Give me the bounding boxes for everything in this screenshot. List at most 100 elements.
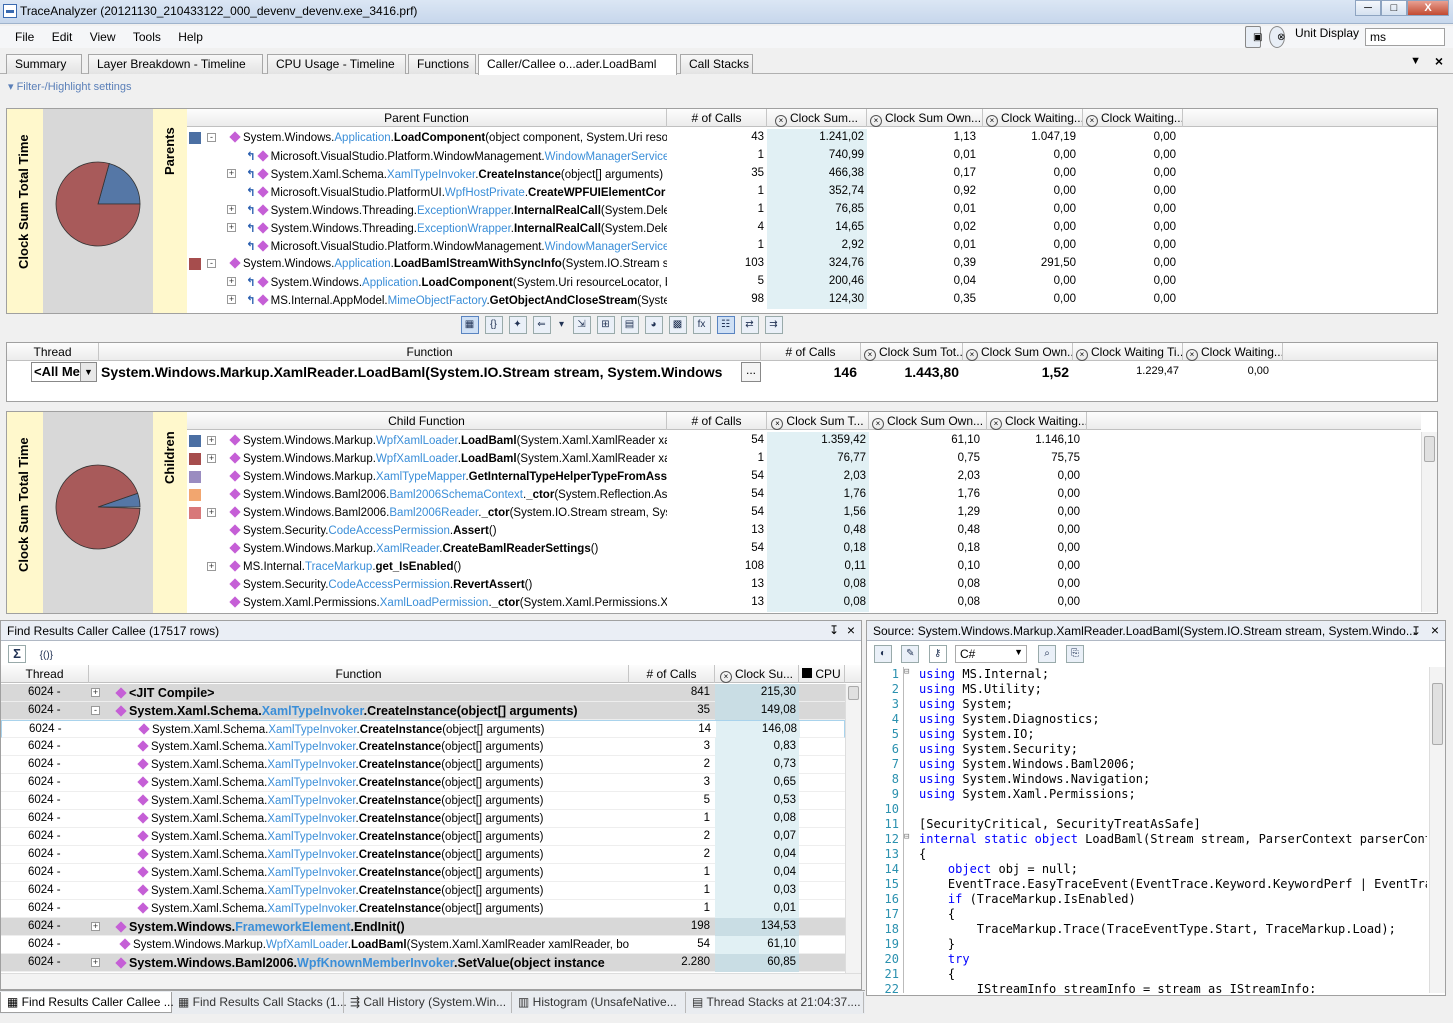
tab-thread-stacks[interactable]: ▤ Thread Stacks at 21:04:37.... bbox=[686, 992, 864, 1013]
col-function[interactable]: Function bbox=[99, 343, 761, 361]
find-results-scrollbar[interactable] bbox=[845, 684, 861, 974]
tab-summary[interactable]: Summary bbox=[6, 54, 82, 74]
table-row[interactable]: 6024 - System.Xaml.Schema.XamlTypeInvoker… bbox=[1, 738, 845, 756]
table-row[interactable]: 6024 - System.Xaml.Schema.XamlTypeInvoker… bbox=[1, 792, 845, 810]
table-row[interactable]: + ↰ MS.Internal.AppModel.MimeObjectFactory… bbox=[187, 291, 1187, 309]
tab-find-results-call-stacks[interactable]: ▦ Find Results Call Stacks (1... bbox=[172, 992, 347, 1013]
tab-call-stacks[interactable]: Call Stacks bbox=[680, 54, 753, 74]
tab-dropdown-icon[interactable]: ▼ bbox=[1410, 55, 1421, 67]
table-row[interactable]: 6024 - System.Xaml.Schema.XamlTypeInvoker… bbox=[1, 882, 845, 900]
table-row[interactable]: 6024 - - System.Xaml.Schema.XamlTypeInvoke… bbox=[1, 702, 845, 720]
table-row[interactable]: 6024 - System.Xaml.Schema.XamlTypeInvoker… bbox=[1, 846, 845, 864]
col-clock-waiting[interactable]: × Clock Waiting... bbox=[987, 412, 1087, 430]
pin-icon[interactable]: ↧ bbox=[829, 623, 839, 637]
expand-icon[interactable]: + bbox=[227, 277, 236, 286]
thread-select[interactable]: <All Me ▼ bbox=[31, 362, 97, 382]
code-editor[interactable]: 1 ⊟ using MS.Internal; 2 using MS.Utility; 3 u… bbox=[869, 667, 1427, 993]
expand-icon[interactable]: + bbox=[207, 454, 216, 463]
expand-icon[interactable]: + bbox=[227, 295, 236, 304]
menu-edit[interactable]: Edit bbox=[45, 26, 80, 48]
tab-call-history[interactable]: ⇶ Call History (System.Win... bbox=[344, 992, 512, 1013]
export-icon[interactable]: ⇲ bbox=[572, 316, 591, 334]
col-child-function[interactable]: Child Function bbox=[187, 412, 667, 430]
table-row[interactable]: 6024 - System.Xaml.Schema.XamlTypeInvoker… bbox=[1, 900, 845, 918]
table-row[interactable]: + System.Windows.Baml2006.Baml2006Reader.… bbox=[187, 504, 1087, 522]
function-browse-button[interactable]: ... bbox=[741, 362, 761, 382]
fx-icon[interactable]: fx bbox=[692, 316, 711, 334]
menu-file[interactable]: File bbox=[8, 26, 41, 48]
filter-settings[interactable]: ▾ Filter-/Highlight settings bbox=[8, 80, 132, 96]
table-row[interactable]: - System.Windows.Application.LoadBamlStre… bbox=[187, 255, 1187, 273]
copy-icon[interactable]: ⎘ bbox=[1066, 645, 1084, 663]
table-row[interactable]: 6024 - System.Xaml.Schema.XamlTypeInvoker… bbox=[1, 774, 845, 792]
table-row[interactable]: System.Xaml.Permissions.XamlLoadPermissi… bbox=[187, 594, 1087, 612]
unit-display-select[interactable]: ms bbox=[1365, 28, 1445, 46]
table-row[interactable]: - System.Windows.Application.LoadComponen… bbox=[187, 129, 1187, 147]
tab-cpu-usage[interactable]: CPU Usage - Timeline bbox=[267, 54, 406, 74]
close-icon[interactable]: × bbox=[847, 622, 855, 638]
navigate-icon[interactable]: ⇐ bbox=[532, 316, 551, 334]
collapse-icon[interactable]: - bbox=[207, 133, 216, 142]
calltree-icon[interactable]: ☷ bbox=[716, 316, 735, 334]
pie-icon[interactable]: ◕ bbox=[644, 316, 663, 334]
table-row[interactable]: + System.Windows.Markup.WpfXamlLoader.Loa… bbox=[187, 432, 1087, 450]
find-results-hscrollbar[interactable] bbox=[1, 973, 861, 989]
table-row[interactable]: + ↰ System.Windows.Threading.ExceptionWrap… bbox=[187, 219, 1187, 237]
col-clock-sum-own[interactable]: × Clock Sum Own... bbox=[867, 109, 983, 127]
tab-layer-breakdown[interactable]: Layer Breakdown - Timeline bbox=[88, 54, 263, 74]
col-clock-waiting[interactable]: × Clock Waiting... bbox=[983, 109, 1083, 127]
table-row[interactable]: 6024 - + System.Windows.FrameworkElement.E… bbox=[1, 918, 845, 936]
col-calls[interactable]: # of Calls bbox=[667, 412, 767, 430]
col-clock-waiting-2[interactable]: × Clock Waiting... bbox=[1083, 109, 1183, 127]
table-row[interactable]: System.Security.CodeAccessPermission.Rev… bbox=[187, 576, 1087, 594]
table-row[interactable]: ↰ Microsoft.VisualStudio.Platform.WindowM… bbox=[187, 147, 1187, 165]
col-function[interactable]: Function bbox=[89, 665, 629, 683]
col-clock-sum[interactable]: × Clock Su... bbox=[715, 665, 799, 683]
col-calls[interactable]: # of Calls bbox=[761, 343, 861, 361]
table-row[interactable]: System.Windows.Baml2006.Baml2006SchemaCo… bbox=[187, 486, 1087, 504]
table-row[interactable]: 6024 - System.Xaml.Schema.XamlTypeInvoker… bbox=[1, 810, 845, 828]
language-select[interactable]: C# ▼ bbox=[955, 645, 1027, 663]
menu-view[interactable]: View bbox=[83, 26, 123, 48]
expand-icon[interactable]: + bbox=[207, 562, 216, 571]
tree-icon[interactable]: ⊞ bbox=[596, 316, 615, 334]
tab-histogram[interactable]: ▥ Histogram (UnsafeNative... bbox=[512, 992, 686, 1013]
table-row[interactable]: + System.Windows.Markup.WpfXamlLoader.Loa… bbox=[187, 450, 1087, 468]
stop-icon[interactable]: ⊗ bbox=[1268, 26, 1285, 48]
source-scrollbar[interactable] bbox=[1429, 667, 1445, 993]
expand-icon[interactable]: + bbox=[227, 223, 236, 232]
search-icon[interactable]: ⌕ bbox=[1038, 645, 1056, 663]
table-row[interactable]: 6024 - System.Windows.Markup.WpfXamlLoade… bbox=[1, 936, 845, 954]
collapse-icon[interactable]: - bbox=[207, 259, 216, 268]
expand-icon[interactable]: + bbox=[207, 508, 216, 517]
braces-icon[interactable]: {()} bbox=[35, 648, 57, 666]
expand-icon[interactable]: + bbox=[207, 436, 216, 445]
menu-help[interactable]: Help bbox=[171, 26, 210, 48]
grid-icon[interactable]: ▦ bbox=[460, 316, 479, 334]
menu-tools[interactable]: Tools bbox=[126, 26, 168, 48]
tab-caller-callee[interactable]: Caller/Callee o...ader.LoadBaml bbox=[478, 54, 677, 75]
col-clock-sum-total[interactable]: × Clock Sum Tot... bbox=[861, 343, 963, 361]
tab-find-results-caller-callee[interactable]: ▦ Find Results Caller Callee ... bbox=[0, 992, 174, 1013]
maximize-button[interactable]: □ bbox=[1381, 0, 1407, 16]
expand-icon[interactable]: + bbox=[227, 205, 236, 214]
col-calls[interactable]: # of Calls bbox=[667, 109, 767, 127]
table-icon[interactable]: ▤ bbox=[620, 316, 639, 334]
expand-icon[interactable]: + bbox=[91, 688, 100, 697]
chevron-down-icon[interactable]: ▼ bbox=[80, 363, 96, 381]
col-clock-sum[interactable]: × Clock Sum... bbox=[767, 109, 867, 127]
table-row[interactable]: + ↰ System.Xaml.Schema.XamlTypeInvoker.Cre… bbox=[187, 165, 1187, 183]
table-row[interactable]: + ↰ System.Windows.Threading.ExceptionWrap… bbox=[187, 201, 1187, 219]
expand-icon[interactable]: + bbox=[91, 958, 100, 967]
tab-functions[interactable]: Functions bbox=[408, 54, 476, 74]
col-clock-sum[interactable]: × Clock Sum T... bbox=[767, 412, 869, 430]
minimize-button[interactable]: ─ bbox=[1355, 0, 1381, 16]
color-icon[interactable]: ▩ bbox=[668, 316, 687, 334]
table-row[interactable]: ↰ Microsoft.VisualStudio.PlatformUI.WpfHo… bbox=[187, 183, 1187, 201]
dropdown-icon[interactable]: ▾ bbox=[557, 317, 567, 335]
children-scrollbar[interactable] bbox=[1421, 432, 1437, 612]
col-calls[interactable]: # of Calls bbox=[629, 665, 715, 683]
table-row[interactable]: 6024 - System.Xaml.Schema.XamlTypeInvoker… bbox=[1, 828, 845, 846]
pin-icon[interactable]: ↧ bbox=[1411, 624, 1421, 638]
table-row[interactable]: 6024 - System.Xaml.Schema.XamlTypeInvoker… bbox=[1, 756, 845, 774]
